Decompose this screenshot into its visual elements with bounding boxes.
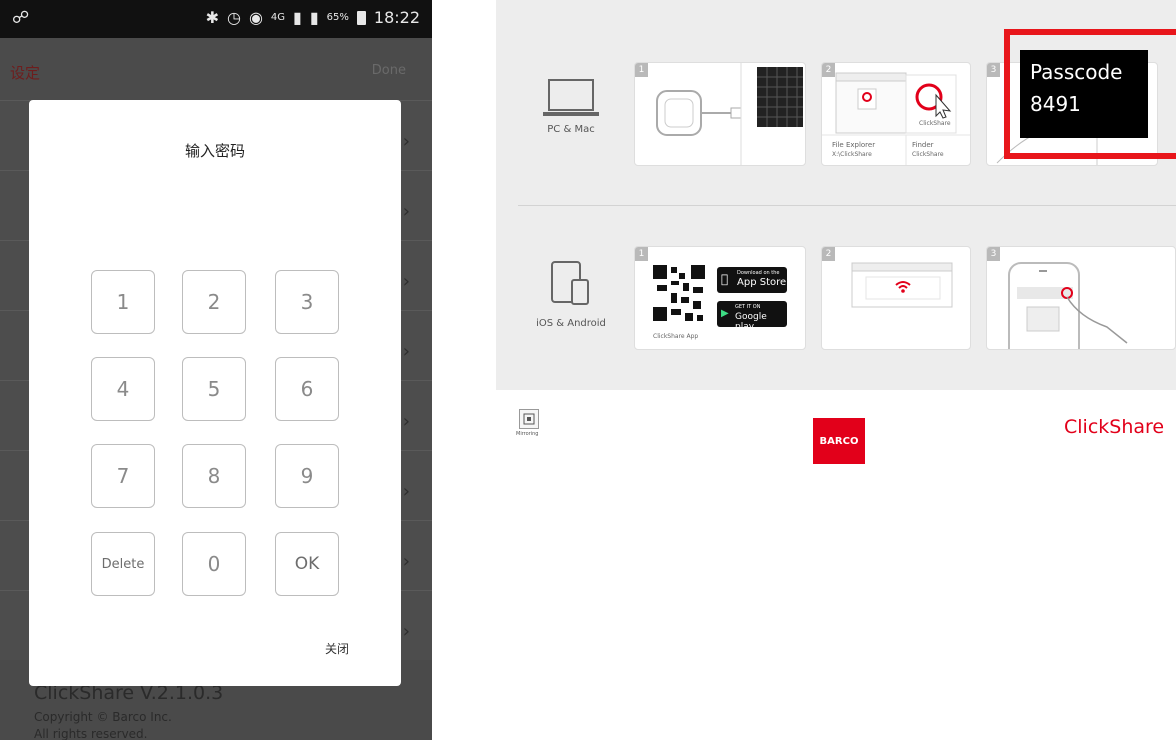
- laptop-icon: [543, 79, 599, 116]
- key-5[interactable]: 5: [182, 357, 246, 421]
- signal-icon: ▮: [293, 8, 302, 27]
- key-6[interactable]: 6: [275, 357, 339, 421]
- key-2[interactable]: 2: [182, 270, 246, 334]
- mobile-device: iOS & Android: [526, 258, 616, 329]
- passcode-label: Passcode: [1030, 60, 1123, 84]
- chevron-right-icon: ›: [402, 201, 410, 222]
- chevron-right-icon: ›: [402, 551, 410, 572]
- chevron-right-icon: ›: [402, 131, 410, 152]
- battery-percent: 65%: [326, 12, 349, 23]
- key-8[interactable]: 8: [182, 444, 246, 508]
- chevron-right-icon: ›: [402, 341, 410, 362]
- mirroring-icon[interactable]: [519, 409, 539, 429]
- mobile-label: iOS & Android: [536, 318, 606, 329]
- finder-label: Finder: [912, 141, 934, 149]
- nav-bar: 设定 Done: [0, 38, 432, 100]
- file-explorer-label: File Explorer: [832, 141, 876, 149]
- chevron-right-icon: ›: [402, 621, 410, 642]
- pc-device: PC & Mac: [536, 76, 606, 135]
- nav-title: 设定: [10, 64, 41, 82]
- delete-button[interactable]: Delete: [91, 532, 155, 596]
- button-plug-illustration: [656, 63, 803, 165]
- key-4[interactable]: 4: [91, 357, 155, 421]
- status-bar: ☍ ✱ ◷ ◉ 4G ▮ ▮ 65% 18:22: [0, 0, 432, 38]
- step-number: 3: [987, 63, 1000, 77]
- key-0[interactable]: 0: [182, 532, 246, 596]
- wifi-settings-illustration: [851, 262, 953, 308]
- google-play-caption: GET IT ON: [735, 304, 761, 310]
- ok-button[interactable]: OK: [275, 532, 339, 596]
- screenshot-root: ☍ ✱ ◷ ◉ 4G ▮ ▮ 65% 18:22 设定 Done › › › ›…: [0, 0, 1176, 740]
- clickshare-app-caption: ClickShare App: [653, 333, 699, 340]
- apple-icon: : [721, 272, 728, 286]
- copyright: Copyright © Barco Inc.: [34, 710, 172, 724]
- chevron-right-icon: ›: [402, 411, 410, 432]
- key-1[interactable]: 1: [91, 270, 155, 334]
- step-number: 1: [635, 247, 648, 261]
- pc-label: PC & Mac: [547, 124, 595, 135]
- app-store-caption: Download on the: [737, 270, 780, 276]
- passcode-panel: Passcode 8491: [1020, 50, 1148, 138]
- alarm-icon: ◷: [226, 8, 241, 27]
- play-icon: ▶: [721, 308, 729, 319]
- google-play-label: Google play: [735, 312, 767, 332]
- mirroring-label: Mirroring: [516, 431, 539, 437]
- step-number: 3: [987, 247, 1000, 261]
- barco-logo-text: BARCO: [819, 435, 859, 447]
- key-9[interactable]: 9: [275, 444, 339, 508]
- close-button[interactable]: 关闭: [325, 640, 349, 657]
- card-mobile-step-3: 3: [986, 246, 1176, 350]
- app-store-badge[interactable]:  Download on the App Store: [717, 267, 787, 293]
- dialog-title: 输入密码: [184, 142, 245, 160]
- rights-reserved: All rights reserved.: [34, 727, 148, 740]
- clickshare-caption: ClickShare: [919, 120, 951, 127]
- key-3[interactable]: 3: [275, 270, 339, 334]
- card-pc-step-2: 2 ClickShare File Explorer X:\ClickShare…: [821, 62, 971, 166]
- chevron-right-icon: ›: [402, 481, 410, 502]
- phone-screen: ☍ ✱ ◷ ◉ 4G ▮ ▮ 65% 18:22 设定 Done › › › ›…: [0, 0, 432, 740]
- wifi-icon: ◉: [248, 8, 263, 27]
- passcode-value: 8491: [1030, 92, 1081, 116]
- step-number: 2: [822, 247, 835, 261]
- clickshare-brand: ClickShare: [1064, 416, 1165, 438]
- tablet-phone-icon: [551, 261, 589, 305]
- signal2-icon: ▮: [309, 8, 319, 27]
- battery-icon: [356, 10, 366, 25]
- network-type: 4G: [270, 12, 286, 23]
- file-explorer-path: X:\ClickShare: [832, 151, 872, 158]
- clock: 18:22: [373, 8, 420, 27]
- bluetooth-icon: ✱: [205, 8, 219, 27]
- card-pc-step-1: 1: [634, 62, 806, 166]
- chevron-right-icon: ›: [402, 271, 410, 292]
- card-mobile-step-1: 1  Download on the App Store: [634, 246, 806, 350]
- notification-icon: ☍: [12, 8, 30, 28]
- step-number: 2: [822, 63, 835, 77]
- barco-logo: BARCO: [813, 418, 865, 464]
- finder-path: ClickShare: [912, 151, 944, 158]
- phone-share-illustration: [1008, 262, 1128, 349]
- section-divider: [518, 205, 1176, 206]
- step-number: 1: [635, 63, 648, 77]
- done-button[interactable]: Done: [372, 63, 406, 78]
- google-play-badge[interactable]: ▶ GET IT ON Google play: [717, 301, 787, 332]
- key-7[interactable]: 7: [91, 444, 155, 508]
- app-store-label: App Store: [737, 277, 787, 288]
- passcode-dialog: 输入密码 1 2 3 4 5 6 7 8 9 Delete 0 OK 关闭: [29, 100, 401, 686]
- card-mobile-step-2: 2: [821, 246, 971, 350]
